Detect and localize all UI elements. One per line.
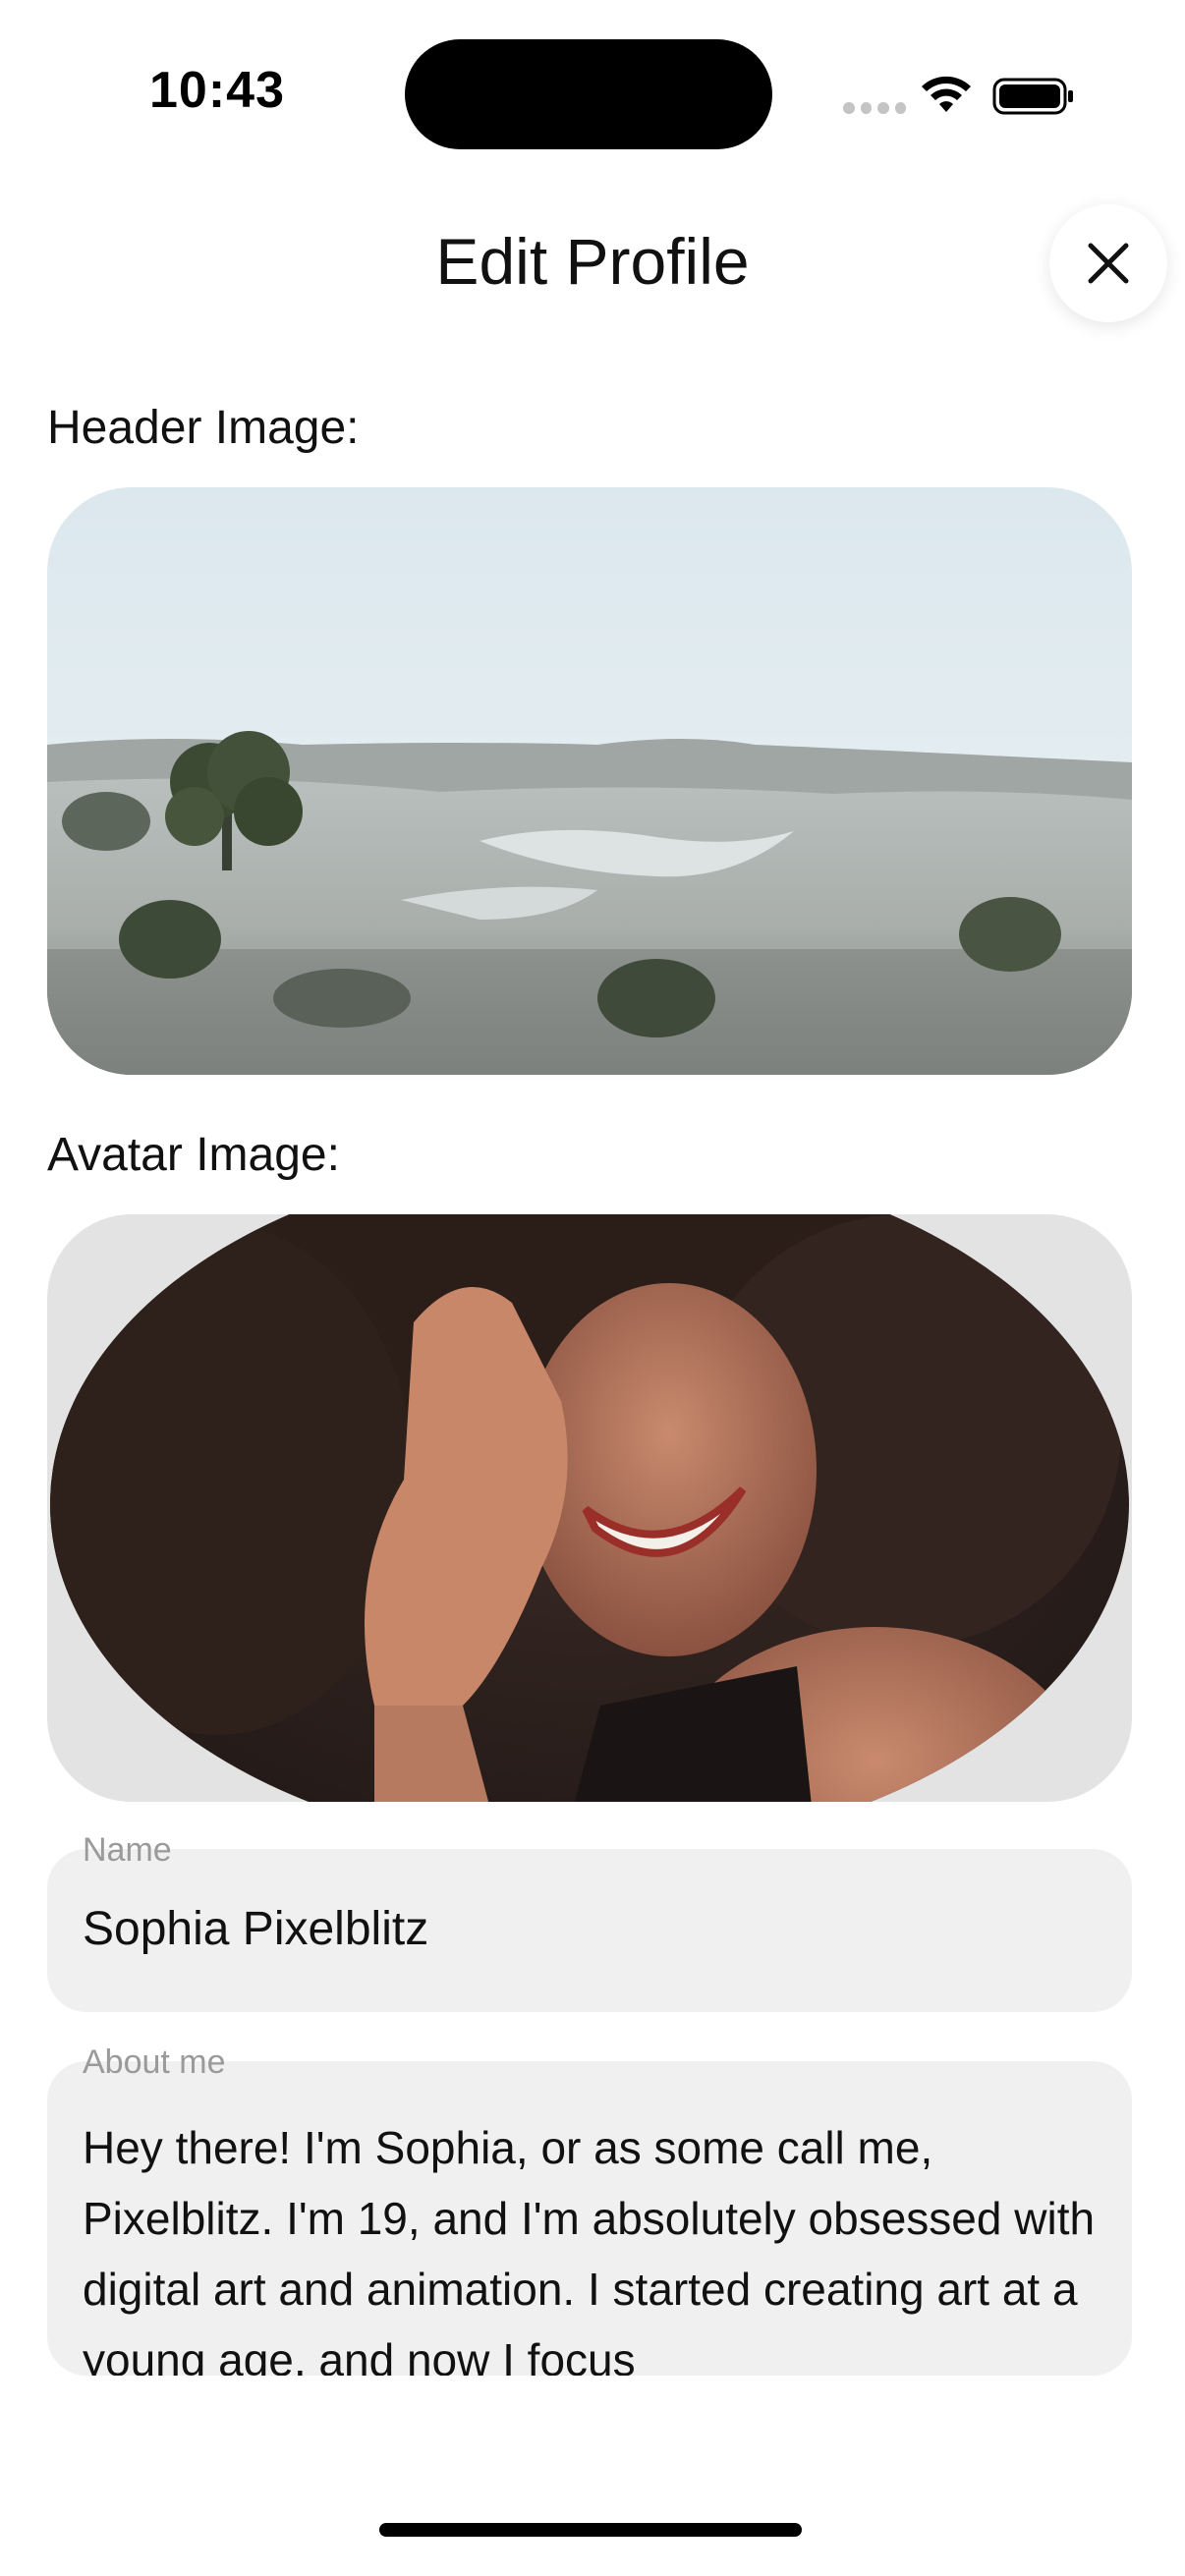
avatar-photo	[50, 1214, 1129, 1802]
name-input-value: Sophia Pixelblitz	[83, 1903, 429, 1955]
status-time: 10:43	[149, 62, 285, 119]
close-icon	[1088, 243, 1129, 284]
about-me-text: Hey there! I'm Sophia, or as some call m…	[83, 2122, 1096, 2376]
header-image-label: Header Image:	[47, 402, 360, 454]
header-image[interactable]	[47, 487, 1132, 1075]
status-bar: 10:43	[0, 0, 1185, 187]
dynamic-island	[405, 39, 772, 149]
about-me-field-label: About me	[83, 2044, 226, 2081]
wifi-icon	[922, 76, 971, 112]
cellular-signal-icon	[843, 102, 906, 116]
battery-icon	[992, 78, 1073, 115]
bottom-area	[0, 2376, 1185, 2576]
close-button[interactable]	[1049, 204, 1167, 322]
avatar-image-label: Avatar Image:	[47, 1129, 340, 1181]
name-field[interactable]: Sophia Pixelblitz	[47, 1849, 1132, 2012]
avatar-image[interactable]	[47, 1214, 1132, 1802]
home-indicator[interactable]	[379, 2523, 802, 2537]
name-field-label: Name	[83, 1831, 172, 1869]
page-title: Edit Profile	[435, 225, 750, 298]
about-me-field[interactable]: Hey there! I'm Sophia, or as some call m…	[47, 2061, 1132, 2376]
landscape-photo	[47, 487, 1132, 1075]
